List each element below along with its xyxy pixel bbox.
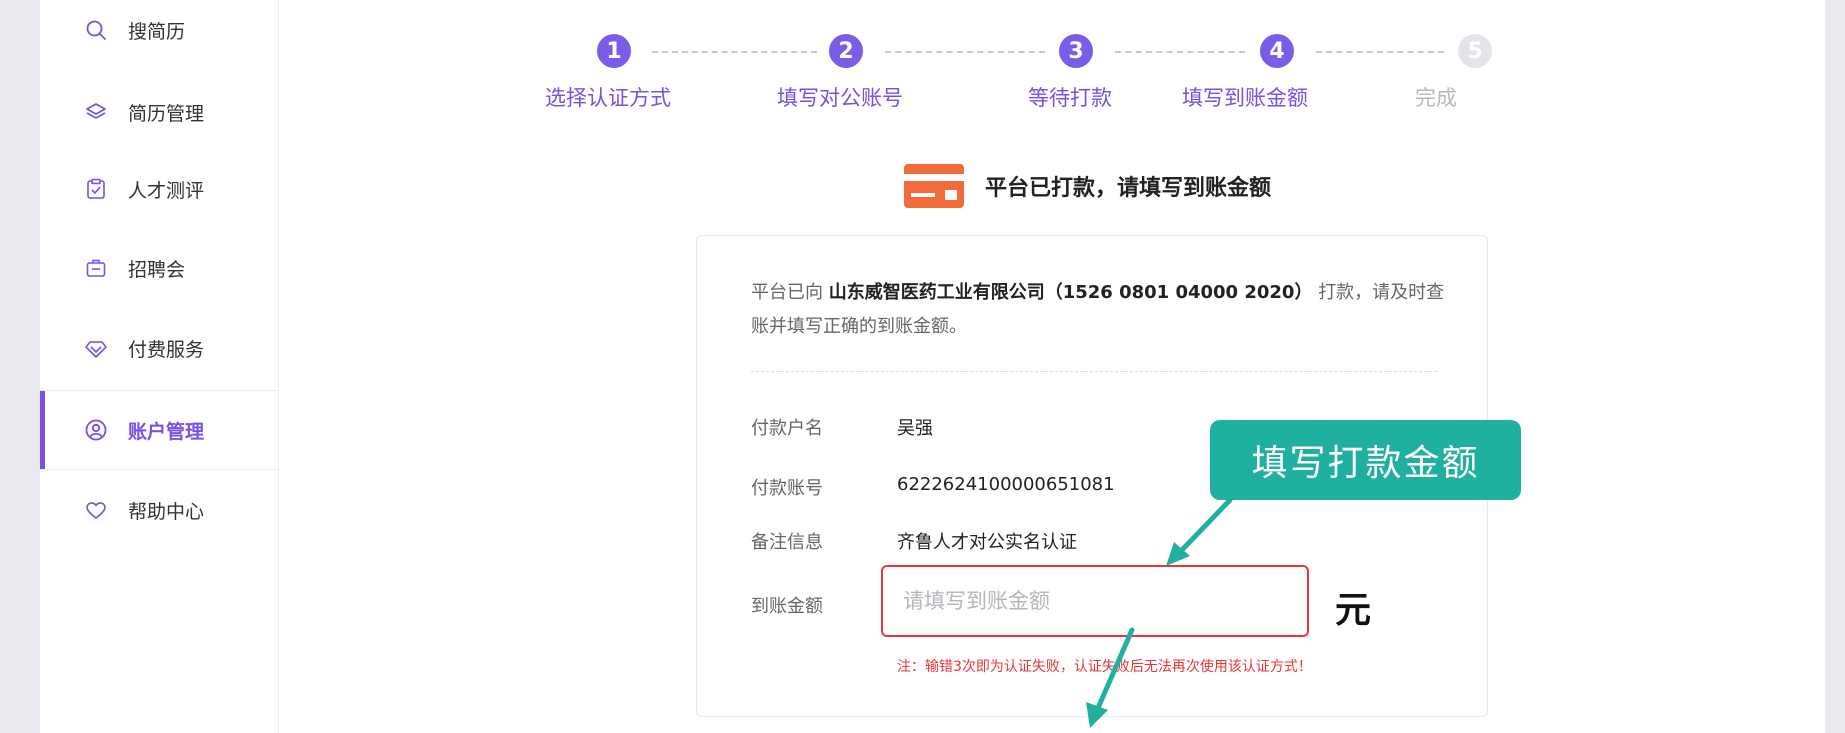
sidebar-item-label: 人才测评 <box>128 179 205 202</box>
step-connector <box>1316 51 1444 53</box>
sidebar-item-label: 账户管理 <box>128 420 205 443</box>
amount-label: 到账金额 <box>751 596 823 617</box>
step-1-number: 1 <box>597 34 631 68</box>
error-note: 注：输错3次即为认证失败，认证失败后无法再次使用该认证方式！ <box>897 659 1312 675</box>
step-connector <box>1115 51 1245 53</box>
user-circle-icon <box>85 419 107 441</box>
step-connector <box>885 51 1045 53</box>
step-3-number: 3 <box>1059 34 1093 68</box>
main-window: 搜简历 简历管理 人才测评 招聘会 付费服务 账户管理 帮助中心 1 2 3 4… <box>40 0 1825 733</box>
step-4-label: 填写到账金额 <box>1182 86 1308 110</box>
sidebar-item-label: 帮助中心 <box>128 500 205 523</box>
page-title: 平台已打款，请填写到账金额 <box>985 176 1272 201</box>
sidebar-item-help-center[interactable]: 帮助中心 <box>40 474 278 546</box>
step-1-label: 选择认证方式 <box>545 86 671 110</box>
sidebar-item-account-management[interactable]: 账户管理 <box>40 390 278 470</box>
step-5-label: 完成 <box>1415 86 1457 110</box>
company-account: 山东威智医药工业有限公司（1526 0801 04000 2020） <box>828 282 1313 303</box>
search-icon <box>86 20 106 40</box>
step-3-label: 等待打款 <box>1028 86 1112 110</box>
payer-name-label: 付款户名 <box>751 418 823 439</box>
step-connector <box>652 51 817 53</box>
sidebar-item-label: 搜简历 <box>128 20 186 43</box>
currency-unit: 元 <box>1335 590 1372 631</box>
step-2-label: 填写对公账号 <box>777 86 903 110</box>
notice-prefix: 平台已向 <box>751 282 823 303</box>
amount-input[interactable] <box>881 565 1309 637</box>
diamond-icon <box>85 341 107 358</box>
callout-label: 填写打款金额 <box>1210 420 1521 500</box>
divider <box>751 371 1437 372</box>
sidebar-item-paid-services[interactable]: 付费服务 <box>40 312 278 384</box>
briefcase-icon <box>86 259 106 277</box>
sidebar-item-label: 招聘会 <box>128 258 186 281</box>
sidebar-item-resume-management[interactable]: 简历管理 <box>40 76 278 148</box>
clipboard-check-icon <box>87 178 105 199</box>
section-heading: 平台已打款，请填写到账金额 <box>903 163 1271 209</box>
transfer-notice: 平台已向 山东威智医药工业有限公司（1526 0801 04000 2020） … <box>751 276 1451 344</box>
step-5-number: 5 <box>1458 34 1492 68</box>
payer-account-value: 6222624100000651081 <box>897 474 1115 495</box>
step-4-number: 4 <box>1260 34 1294 68</box>
sidebar-item-label: 付费服务 <box>128 338 205 361</box>
heart-icon <box>86 502 106 519</box>
sidebar-item-label: 简历管理 <box>128 102 205 125</box>
sidebar: 搜简历 简历管理 人才测评 招聘会 付费服务 账户管理 帮助中心 <box>40 0 279 733</box>
payer-name-value: 吴强 <box>897 418 933 439</box>
payer-account-label: 付款账号 <box>751 478 823 499</box>
sidebar-item-search-resume[interactable]: 搜简历 <box>40 0 278 66</box>
sidebar-item-job-fair[interactable]: 招聘会 <box>40 232 278 304</box>
step-2-number: 2 <box>829 34 863 68</box>
layers-icon <box>86 103 106 119</box>
sidebar-item-talent-assessment[interactable]: 人才测评 <box>40 153 278 225</box>
remark-label: 备注信息 <box>751 532 823 553</box>
remark-value: 齐鲁人才对公实名认证 <box>897 532 1077 553</box>
card-icon <box>904 164 964 208</box>
active-indicator <box>40 391 45 469</box>
